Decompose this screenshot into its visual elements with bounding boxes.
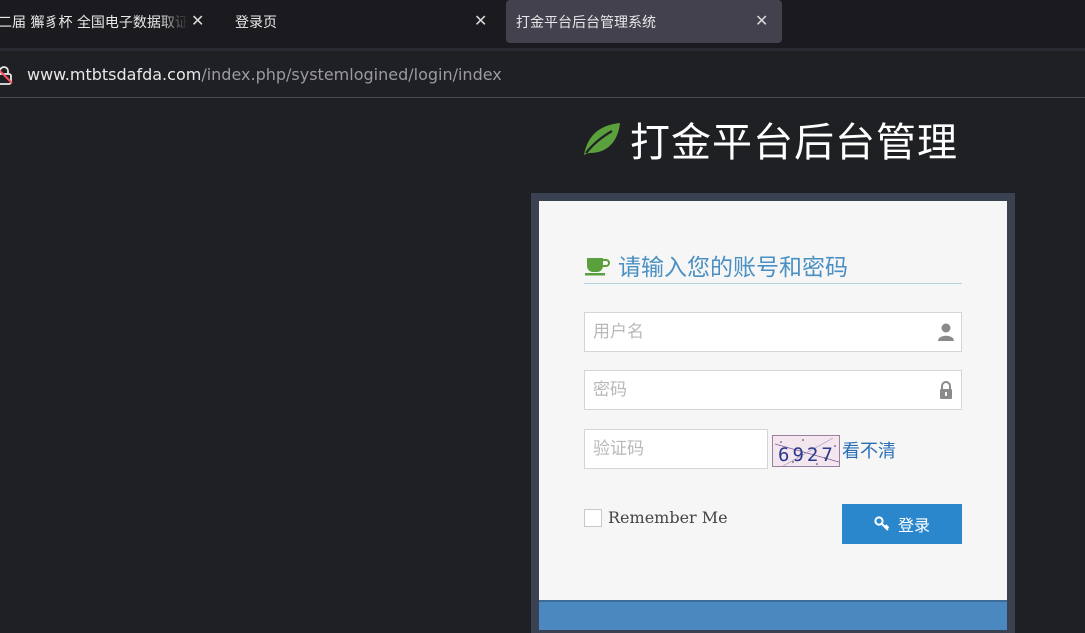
close-tab-icon[interactable]: ✕ <box>755 11 768 30</box>
remember-me[interactable]: Remember Me <box>584 508 728 527</box>
captcha-input[interactable] <box>585 430 767 468</box>
close-tab-icon[interactable]: ✕ <box>474 11 487 30</box>
coffee-cup-icon <box>585 257 610 275</box>
leaf-icon <box>584 123 620 155</box>
user-icon <box>938 323 954 341</box>
login-button[interactable]: 登录 <box>842 504 962 544</box>
url-host: www.mtbtsdafda.com <box>27 65 202 84</box>
remember-label[interactable]: Remember Me <box>608 508 728 527</box>
login-button-label: 登录 <box>897 518 930 535</box>
captcha-field[interactable] <box>584 429 768 469</box>
captcha-refresh-link[interactable]: 看不清 <box>842 437 896 463</box>
tab-inactive-1[interactable]: 二届 獬豸杯 全国电子数据取证 ✕ <box>0 0 208 43</box>
url-text[interactable]: www.mtbtsdafda.com/index.php/systemlogin… <box>27 65 502 84</box>
lock-icon <box>940 381 952 399</box>
insecure-lock-icon[interactable] <box>0 65 14 85</box>
tab-title: 二届 獬豸杯 全国电子数据取证 <box>0 14 188 31</box>
password-input[interactable] <box>585 371 961 409</box>
login-header-text: 请输入您的账号和密码 <box>618 254 848 281</box>
login-header: 请输入您的账号和密码 <box>584 246 962 284</box>
tab-inactive-2[interactable]: 登录页 ✕ <box>235 0 495 43</box>
url-path: /index.php/systemlogined/login/index <box>201 65 502 84</box>
tab-title: 登录页 <box>235 14 277 31</box>
browser-tab-bar: 二届 獬豸杯 全国电子数据取证 ✕ 登录页 ✕ 打金平台后台管理系统 ✕ <box>0 0 1085 48</box>
username-field[interactable] <box>584 312 962 352</box>
brand-heading: 打金平台后台管理 <box>580 110 958 168</box>
key-icon <box>874 516 890 531</box>
tab-title: 打金平台后台管理系统 <box>516 14 656 31</box>
tab-active[interactable]: 打金平台后台管理系统 ✕ <box>506 0 782 43</box>
username-input[interactable] <box>585 313 961 351</box>
address-bar[interactable]: www.mtbtsdafda.com/index.php/systemlogin… <box>0 48 1085 98</box>
close-tab-icon[interactable]: ✕ <box>191 11 204 30</box>
captcha-image[interactable]: 6927 <box>772 435 840 467</box>
remember-checkbox[interactable] <box>584 508 602 527</box>
captcha-code: 6927 <box>778 444 836 466</box>
brand-title: 打金平台后台管理 <box>630 120 958 166</box>
password-field[interactable] <box>584 370 962 410</box>
